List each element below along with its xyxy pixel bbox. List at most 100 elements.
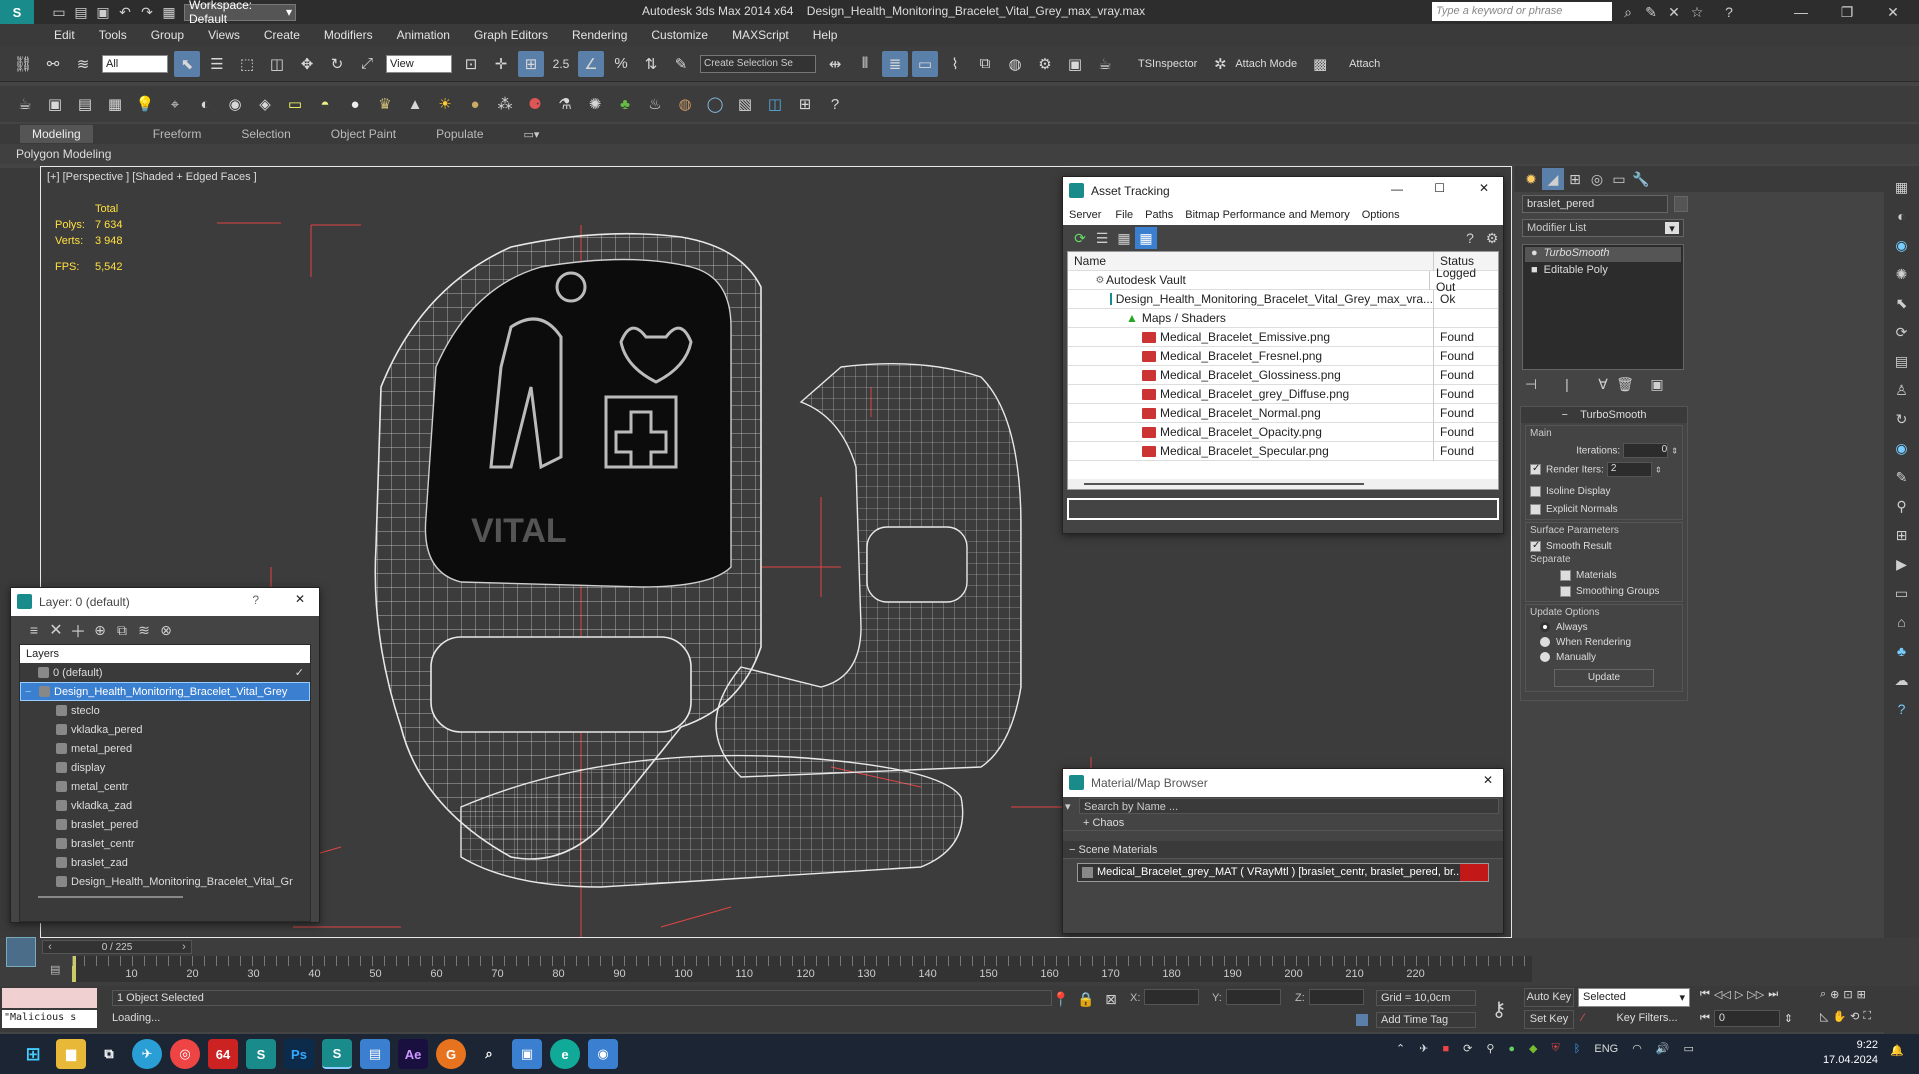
vray-rotate-icon[interactable]: ↻ xyxy=(1891,408,1913,430)
tray-overflow-icon[interactable]: ⌃ xyxy=(1396,1042,1405,1055)
scene-materials-header[interactable]: − Scene Materials xyxy=(1063,841,1503,859)
tray-bluetooth-icon[interactable]: ᛒ xyxy=(1574,1043,1581,1055)
modifier-list-dropdown[interactable]: Modifier List ▾ xyxy=(1522,219,1684,237)
spinner-snap-icon[interactable]: ⇅ xyxy=(638,51,664,77)
iterations-spinner[interactable]: 0 xyxy=(1623,443,1669,458)
chaos-group[interactable]: + Chaos xyxy=(1063,815,1503,831)
menu-animation[interactable]: Animation xyxy=(397,28,450,42)
close-window-icon[interactable]: ✕ xyxy=(1882,1,1904,23)
layer-manager-titlebar[interactable]: Layer: 0 (default) ? ✕ xyxy=(11,588,319,616)
window-crossing-icon[interactable]: ◫ xyxy=(264,51,290,77)
percent-snap-icon[interactable]: % xyxy=(608,51,634,77)
play-icon[interactable]: ▷ xyxy=(1735,988,1743,1001)
teapot-icon[interactable]: ☕ xyxy=(12,91,38,117)
layer-manager-window[interactable]: Layer: 0 (default) ? ✕ ≡ ✕ ＋ ⊕ ⧉ ≋ ⊗ Lay… xyxy=(10,587,320,923)
orbit-icon[interactable]: ⟲ xyxy=(1850,1010,1859,1023)
key-mode-dropdown[interactable]: Selected ▾ xyxy=(1578,988,1690,1007)
file-explorer-icon[interactable]: ▆ xyxy=(56,1039,86,1069)
ribbon-toggle-icon[interactable]: ▭ xyxy=(912,50,938,77)
vray-sphere-icon[interactable]: ◉ xyxy=(222,91,248,117)
list-item[interactable]: braslet_zad xyxy=(20,853,310,872)
vray-help-icon[interactable]: ? xyxy=(822,91,848,117)
vray-pointer-icon[interactable]: ⬉ xyxy=(1891,292,1913,314)
pan-icon[interactable]: ✋ xyxy=(1832,1010,1846,1023)
binoculars-icon[interactable]: ⌕ xyxy=(1617,1,1639,23)
project-folder-icon[interactable]: ▦ xyxy=(158,1,180,23)
asset-path-field[interactable] xyxy=(1067,498,1499,520)
link-icon[interactable]: ⛓ xyxy=(10,51,36,77)
menu-modifiers[interactable]: Modifiers xyxy=(324,28,373,42)
mirror-icon[interactable]: ⇹ xyxy=(822,51,848,77)
pin-icon[interactable]: 📍 xyxy=(1050,988,1072,1010)
3dsmax-icon[interactable]: S xyxy=(322,1039,352,1069)
vray-table-icon[interactable]: ▤ xyxy=(1891,350,1913,372)
vray-spot-icon[interactable]: ▲ xyxy=(402,91,428,117)
material-map-browser[interactable]: Material/Map Browser ✕ ▾ Search by Name … xyxy=(1062,768,1504,934)
vray-figure-icon[interactable]: ♙ xyxy=(1891,379,1913,401)
menu-create[interactable]: Create xyxy=(264,28,300,42)
menu-edit[interactable]: Edit xyxy=(54,28,75,42)
vray-displace-icon[interactable]: ⚗ xyxy=(552,91,578,117)
list-item[interactable]: steclo xyxy=(20,701,310,720)
minimize-window-icon[interactable]: — xyxy=(1790,1,1812,23)
select-object-icon[interactable]: ⬉ xyxy=(174,50,200,77)
tray-volume-icon[interactable]: 🔊 xyxy=(1656,1042,1670,1055)
tsinspector-button[interactable]: TSInspector xyxy=(1138,58,1197,70)
render-frame-icon[interactable]: ▣ xyxy=(42,91,68,117)
list-item[interactable]: vkladka_zad xyxy=(20,796,310,815)
select-manipulate-icon[interactable]: ✛ xyxy=(488,51,514,77)
vray-light-bulb-icon[interactable]: ◉ xyxy=(1891,234,1913,256)
after-effects-icon[interactable]: Ae xyxy=(398,1039,428,1069)
vray-play-icon[interactable]: ▶ xyxy=(1891,553,1913,575)
list-item[interactable]: braslet_centr xyxy=(20,834,310,853)
layer-manager-icon[interactable]: ≣ xyxy=(882,50,908,77)
vray-plant-icon[interactable]: ♣ xyxy=(612,91,638,117)
show-end-result-icon[interactable]: | xyxy=(1556,373,1578,395)
material-list-item[interactable]: Medical_Bracelet_grey_MAT ( VRayMtl ) [b… xyxy=(1077,863,1489,882)
delete-layer-icon[interactable]: ✕ xyxy=(45,619,67,641)
menu-help[interactable]: Help xyxy=(813,28,838,42)
table-row[interactable]: Design_Health_Monitoring_Bracelet_Vital_… xyxy=(1068,289,1498,309)
render-queue-icon[interactable]: ▤ xyxy=(72,91,98,117)
render-iters-checkbox[interactable] xyxy=(1530,464,1541,475)
go-to-start-icon[interactable]: ⏮ xyxy=(1700,988,1710,1001)
maya-icon[interactable]: S xyxy=(246,1039,276,1069)
scale-icon[interactable]: ⤢ xyxy=(354,51,380,77)
always-radio[interactable] xyxy=(1540,622,1550,633)
ribbon-options-icon[interactable]: ▭▾ xyxy=(524,128,540,141)
edge-icon[interactable]: e xyxy=(550,1039,580,1069)
key-mode-toggle-icon[interactable]: ⏮ xyxy=(1700,1012,1710,1025)
task-view-icon[interactable]: ⧉ xyxy=(94,1039,124,1069)
menu-tools[interactable]: Tools xyxy=(99,28,127,42)
maxscript-output[interactable]: "Malicious s xyxy=(2,1010,97,1028)
tab-object-paint[interactable]: Object Paint xyxy=(331,127,396,141)
mini-listener-icon[interactable] xyxy=(6,937,36,967)
time-config-icon[interactable]: ⇕ xyxy=(1784,1012,1793,1025)
create-tab-icon[interactable]: ✹ xyxy=(1520,168,1542,190)
asset-options-icon[interactable]: ⚙ xyxy=(1481,227,1503,249)
hierarchy-tab-icon[interactable]: ⊞ xyxy=(1564,168,1586,190)
vray-sun-strip-icon[interactable]: ✺ xyxy=(1891,263,1913,285)
remove-modifier-icon[interactable]: 🗑 xyxy=(1614,373,1636,395)
hide-all-icon[interactable]: ⊗ xyxy=(155,619,177,641)
go-to-end-icon[interactable]: ⏭ xyxy=(1768,988,1778,1001)
table-row[interactable]: Medical_Bracelet_Normal.png Found xyxy=(1068,403,1498,423)
z-coordinate-field[interactable] xyxy=(1309,989,1364,1005)
rollout-header[interactable]: − TurboSmooth xyxy=(1521,407,1687,423)
vray-ambient-icon[interactable]: ● xyxy=(462,91,488,117)
tray-battery-icon[interactable]: ▭ xyxy=(1684,1042,1694,1055)
zoom-extents-icon[interactable]: ⊡ xyxy=(1843,988,1852,1001)
asset-tracking-titlebar[interactable]: Asset Tracking — ☐ ✕ xyxy=(1063,177,1503,205)
material-editor-icon[interactable]: ◍ xyxy=(1002,51,1028,77)
vray-bulb-icon[interactable]: ⚲ xyxy=(1891,495,1913,517)
spinner-arrows-icon[interactable]: ⇕ xyxy=(1671,446,1678,455)
unlink-icon[interactable]: ⚯ xyxy=(40,51,66,77)
save-file-icon[interactable]: ▣ xyxy=(92,1,114,23)
vray-sun-icon[interactable]: ☀ xyxy=(432,91,458,117)
vray-hair-icon[interactable]: ♨ xyxy=(642,91,668,117)
list-item[interactable]: metal_pered xyxy=(20,739,310,758)
start-menu-icon[interactable]: ⊞ xyxy=(18,1039,48,1069)
prev-frame-icon[interactable]: ‹ xyxy=(43,941,57,953)
auto-key-button[interactable]: Auto Key xyxy=(1524,988,1574,1007)
vray-mesh-icon[interactable]: ◈ xyxy=(252,91,278,117)
